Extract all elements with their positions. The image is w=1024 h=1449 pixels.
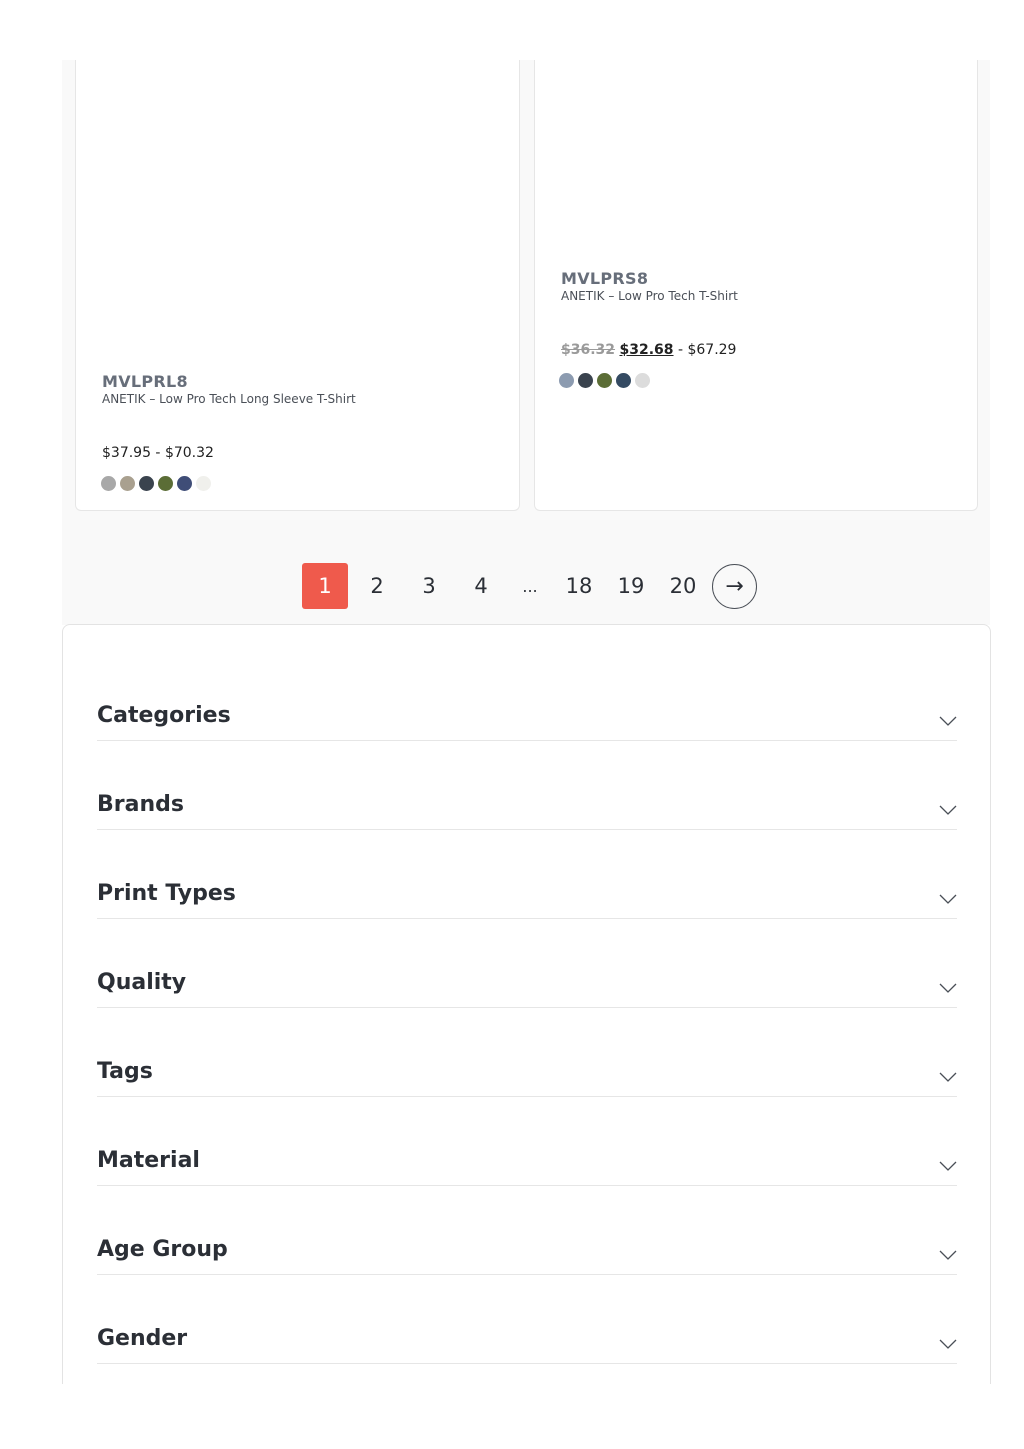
filter-title: Material: [97, 1148, 200, 1173]
product-sku[interactable]: MVLPRL8: [102, 372, 188, 391]
product-price: $36.32 $32.68 - $67.29: [561, 342, 736, 358]
page-1-button[interactable]: 1: [302, 563, 348, 609]
color-swatch[interactable]: [139, 476, 154, 491]
color-swatch[interactable]: [158, 476, 173, 491]
filter-title: Age Group: [97, 1237, 228, 1262]
product-card[interactable]: MVLPRL8 ANETIK – Low Pro Tech Long Sleev…: [75, 60, 520, 511]
product-price: $37.95 - $70.32: [102, 445, 214, 461]
page-ellipsis: ...: [522, 576, 538, 596]
chevron-down-icon: [939, 1250, 957, 1260]
filter-material[interactable]: Material: [97, 1127, 957, 1186]
filter-brands[interactable]: Brands: [97, 771, 957, 830]
original-price: $36.32: [561, 342, 616, 358]
filters-panel: Categories Brands Print Types Quality Ta…: [62, 624, 991, 1384]
filter-title: Tags: [97, 1059, 153, 1084]
color-swatch[interactable]: [597, 373, 612, 388]
product-name[interactable]: ANETIK – Low Pro Tech Long Sleeve T-Shir…: [102, 392, 356, 406]
filter-categories[interactable]: Categories: [97, 682, 957, 741]
chevron-down-icon: [939, 805, 957, 815]
color-swatch[interactable]: [578, 373, 593, 388]
chevron-down-icon: [939, 716, 957, 726]
page-2-button[interactable]: 2: [354, 563, 400, 609]
color-swatches: [101, 476, 211, 491]
chevron-down-icon: [939, 983, 957, 993]
filter-title: Brands: [97, 792, 184, 817]
color-swatch[interactable]: [559, 373, 574, 388]
filter-gender[interactable]: Gender: [97, 1305, 957, 1364]
filter-title: Quality: [97, 970, 187, 995]
chevron-down-icon: [939, 894, 957, 904]
filter-tags[interactable]: Tags: [97, 1038, 957, 1097]
color-swatch[interactable]: [101, 476, 116, 491]
next-page-button[interactable]: →: [712, 563, 757, 609]
color-swatch[interactable]: [177, 476, 192, 491]
color-swatches: [559, 373, 650, 388]
page-18-button[interactable]: 18: [556, 563, 602, 609]
product-name[interactable]: ANETIK – Low Pro Tech T-Shirt: [561, 289, 738, 303]
chevron-down-icon: [939, 1339, 957, 1349]
max-price: - $67.29: [677, 342, 737, 358]
chevron-down-icon: [939, 1072, 957, 1082]
arrow-right-icon: →: [725, 573, 744, 599]
chevron-down-icon: [939, 1161, 957, 1171]
filter-age-group[interactable]: Age Group: [97, 1216, 957, 1275]
pagination: 1 2 3 4 ... 18 19 20 →: [302, 563, 763, 609]
product-card[interactable]: MVLPRS8 ANETIK – Low Pro Tech T-Shirt $3…: [534, 60, 978, 511]
filter-title: Categories: [97, 703, 231, 728]
filter-print-types[interactable]: Print Types: [97, 860, 957, 919]
page-3-button[interactable]: 3: [406, 563, 452, 609]
color-swatch[interactable]: [616, 373, 631, 388]
color-swatch[interactable]: [196, 476, 211, 491]
page-19-button[interactable]: 19: [608, 563, 654, 609]
page-20-button[interactable]: 20: [660, 563, 706, 609]
sale-price: $32.68: [619, 342, 674, 358]
page-4-button[interactable]: 4: [458, 563, 504, 609]
color-swatch[interactable]: [120, 476, 135, 491]
filter-title: Print Types: [97, 881, 236, 906]
color-swatch[interactable]: [635, 373, 650, 388]
product-sku[interactable]: MVLPRS8: [561, 269, 648, 288]
filter-title: Gender: [97, 1326, 188, 1351]
filter-quality[interactable]: Quality: [97, 949, 957, 1008]
